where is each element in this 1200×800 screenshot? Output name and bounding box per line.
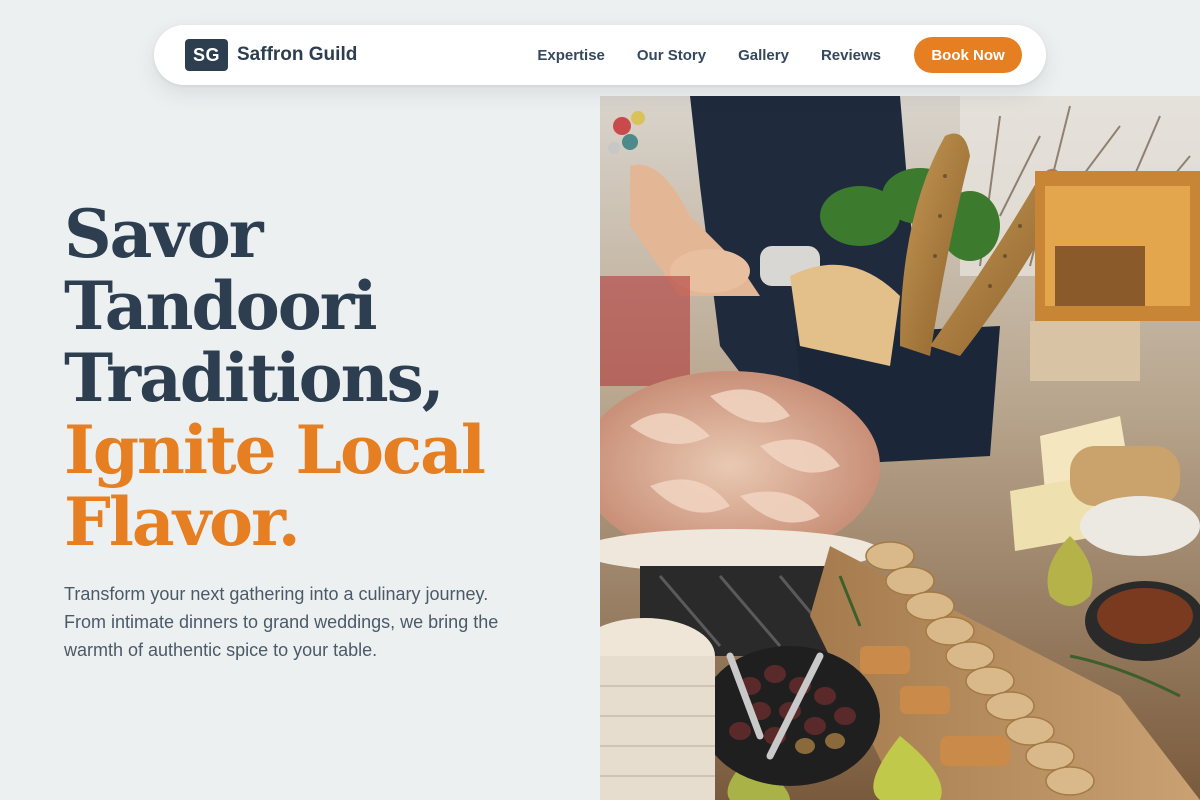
brand-logo: SG (185, 39, 228, 71)
brand-name: Saffron Guild (237, 44, 358, 65)
nav-link-our-story[interactable]: Our Story (637, 47, 706, 64)
headline-line-2: Tandoori (64, 267, 378, 345)
hero-section: Savor Tandoori Traditions, Ignite Local … (64, 198, 564, 664)
nav-links: Expertise Our Story Gallery Reviews (537, 47, 881, 64)
headline-accent-line-2: Flavor. (64, 483, 301, 561)
headline-line-3: Traditions, (64, 339, 445, 417)
nav-link-reviews[interactable]: Reviews (821, 47, 881, 64)
headline-accent-line-1: Ignite Local (64, 411, 486, 489)
grazing-table-illustration (600, 96, 1200, 800)
nav-link-expertise[interactable]: Expertise (537, 47, 605, 64)
hero-subtext: Transform your next gathering into a cul… (64, 584, 499, 660)
headline-line-1: Savor (64, 195, 264, 273)
nav-link-gallery[interactable]: Gallery (738, 47, 789, 64)
hero-food-image (600, 96, 1200, 800)
hero-headline: Savor Tandoori Traditions, Ignite Local … (64, 198, 564, 558)
book-now-button[interactable]: Book Now (914, 37, 1022, 73)
brand-home-link[interactable]: SG Saffron Guild (185, 39, 357, 71)
top-navigation: SG Saffron Guild Expertise Our Story Gal… (154, 25, 1046, 85)
